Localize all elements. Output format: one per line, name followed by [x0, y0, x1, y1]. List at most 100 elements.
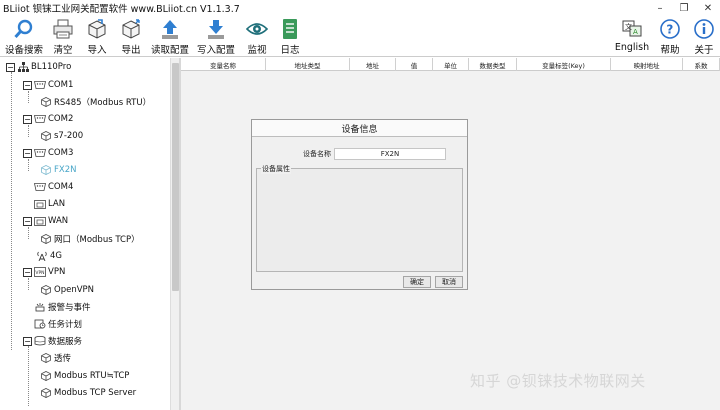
- tree-connector: [28, 346, 29, 406]
- export-button[interactable]: 导出: [118, 17, 144, 56]
- device-cube-icon: [40, 131, 52, 141]
- collapse-toggle[interactable]: −: [23, 267, 32, 277]
- tree-item-com2[interactable]: − COM2: [23, 111, 73, 127]
- device-cube-icon: [40, 97, 52, 107]
- column-header[interactable]: 变量标签(Key): [517, 58, 611, 71]
- group-title: 设备属性: [261, 164, 291, 174]
- minimize-button[interactable]: –: [648, 0, 672, 16]
- device-name-row: 设备名称 FX2N: [252, 147, 467, 160]
- collapse-toggle[interactable]: −: [23, 114, 32, 124]
- tree-item-com3[interactable]: − COM3: [23, 145, 73, 161]
- eye-icon: [246, 18, 268, 40]
- tree-item-wan[interactable]: − WAN: [23, 213, 68, 229]
- device-cube-icon: [40, 165, 52, 175]
- collapse-toggle[interactable]: −: [23, 80, 32, 90]
- watermark: 知乎 @钡铼技术物联网关: [470, 372, 646, 390]
- cube-import-icon: [86, 18, 108, 40]
- import-button[interactable]: 导入: [84, 17, 110, 56]
- window-controls: – ❐ ✕: [648, 0, 720, 16]
- tree-item-fx2n[interactable]: FX2N: [40, 162, 76, 178]
- device-cube-icon: [40, 285, 52, 295]
- wan-port-icon: [34, 216, 46, 226]
- ok-button[interactable]: 确定: [403, 276, 431, 288]
- upload-arrow-icon: [159, 18, 181, 40]
- tree-item-com1[interactable]: − COM1: [23, 77, 73, 93]
- column-header[interactable]: 变量名称: [181, 58, 266, 71]
- device-cube-icon: [40, 353, 52, 363]
- language-icon: 文A: [621, 18, 643, 40]
- window-title: BLiiot 钡铼工业网关配置软件 www.BLiiot.cn V1.1.3.7: [3, 4, 240, 15]
- tree-item-data-service[interactable]: − 数据服务: [23, 333, 82, 349]
- tree-item-4g[interactable]: 4G: [36, 248, 62, 264]
- network-icon: [17, 62, 29, 72]
- tree-item-modbus-tcp-server[interactable]: Modbus TCP Server: [40, 385, 136, 401]
- device-properties-group: 设备属性: [256, 164, 463, 272]
- tree-item-rs485[interactable]: RS485（Modbus RTU）: [40, 94, 151, 110]
- clear-button[interactable]: 清空: [50, 17, 76, 56]
- tree-item-alarm-events[interactable]: 报警与事件: [34, 299, 91, 315]
- tree-item-schedule[interactable]: 任务计划: [34, 316, 82, 332]
- printer-icon: [52, 18, 74, 40]
- column-header[interactable]: 地址: [350, 58, 396, 71]
- svg-text:?: ?: [666, 23, 673, 37]
- tree-item-modbus-tcp-port[interactable]: 网口（Modbus TCP）: [40, 231, 140, 247]
- scroll-thumb[interactable]: [172, 63, 179, 291]
- column-header[interactable]: 映射地址: [611, 58, 683, 71]
- tree-connector: [11, 72, 12, 350]
- tree-item-com4[interactable]: COM4: [34, 179, 73, 195]
- tree-scrollbar[interactable]: [170, 58, 179, 410]
- tree-item-transparent[interactable]: 透传: [40, 350, 71, 366]
- cube-export-icon: [120, 18, 142, 40]
- antenna-icon: [36, 251, 48, 261]
- tree-item-modbus-rtu-tcp[interactable]: Modbus RTU≒TCP: [40, 368, 129, 384]
- device-cube-icon: [40, 388, 52, 398]
- collapse-toggle[interactable]: −: [6, 62, 15, 72]
- close-button[interactable]: ✕: [696, 0, 720, 16]
- write-config-button[interactable]: 写入配置: [196, 17, 236, 56]
- help-icon: ?: [659, 18, 681, 40]
- english-button[interactable]: 文A English: [614, 17, 650, 55]
- device-cube-icon: [40, 371, 52, 381]
- database-icon: [34, 336, 46, 346]
- schedule-icon: [34, 319, 46, 329]
- serial-port-icon: [34, 182, 46, 192]
- device-search-button[interactable]: 设备搜索: [3, 17, 45, 56]
- tree-item-vpn[interactable]: − VPN VPN: [23, 264, 65, 280]
- column-header[interactable]: 单位: [433, 58, 469, 71]
- log-button[interactable]: 日志: [277, 17, 303, 56]
- collapse-toggle[interactable]: −: [23, 148, 32, 158]
- document-icon: [279, 18, 301, 40]
- tree-item-lan[interactable]: LAN: [34, 196, 65, 212]
- device-name-label: 设备名称: [303, 149, 331, 158]
- device-name-input[interactable]: FX2N: [334, 147, 446, 160]
- device-cube-icon: [40, 234, 52, 244]
- dialog-title: 设备信息: [252, 120, 467, 137]
- device-info-dialog: 设备信息 设备名称 FX2N 设备属性 确定 取消: [251, 119, 468, 290]
- lan-port-icon: [34, 199, 46, 209]
- tree-item-s7-200[interactable]: s7-200: [40, 128, 83, 144]
- tree-item-bl110pro[interactable]: − BL110Pro: [6, 59, 71, 75]
- column-header[interactable]: 系数: [683, 58, 720, 71]
- svg-text:VPN: VPN: [35, 270, 44, 276]
- help-button[interactable]: ? 帮助: [657, 17, 683, 56]
- serial-port-icon: [34, 114, 46, 124]
- tree-item-openvpn[interactable]: OpenVPN: [40, 282, 94, 298]
- alarm-icon: [34, 302, 46, 312]
- monitor-button[interactable]: 监视: [244, 17, 270, 56]
- column-header[interactable]: 数据类型: [469, 58, 517, 71]
- read-config-button[interactable]: 读取配置: [150, 17, 190, 56]
- cancel-button[interactable]: 取消: [435, 276, 463, 288]
- variable-table-header: 变量名称 地址类型 地址 值 单位 数据类型 变量标签(Key) 映射地址 系数: [181, 58, 720, 71]
- column-header[interactable]: 值: [396, 58, 433, 71]
- magnifier-icon: [13, 18, 35, 40]
- download-arrow-icon: [205, 18, 227, 40]
- collapse-toggle[interactable]: −: [23, 216, 32, 226]
- collapse-toggle[interactable]: −: [23, 336, 32, 346]
- main-panel: 变量名称 地址类型 地址 值 单位 数据类型 变量标签(Key) 映射地址 系数…: [181, 58, 720, 410]
- column-header[interactable]: 地址类型: [266, 58, 350, 71]
- restore-button[interactable]: ❐: [672, 0, 696, 16]
- svg-text:文: 文: [625, 22, 632, 31]
- device-tree: − BL110Pro − COM1 RS485（Modbus RTU） − CO…: [0, 58, 170, 410]
- about-button[interactable]: 关于: [691, 17, 717, 56]
- toolbar: 设备搜索 清空 导入 导出 读取配置 写入配置 监视 日志 文 A Englis…: [0, 16, 720, 57]
